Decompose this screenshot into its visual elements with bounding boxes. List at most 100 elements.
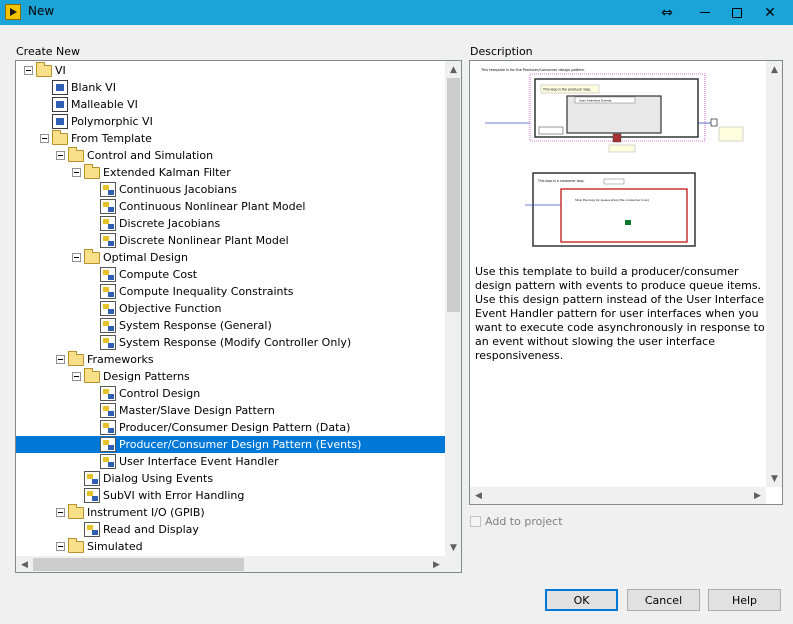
tree-item[interactable]: Frameworks — [16, 351, 445, 368]
template-preview-image: This template is for the Producer/Consum… — [480, 68, 744, 247]
template-icon — [100, 182, 116, 197]
title-bar: New ⇔ ✕ — [0, 0, 793, 25]
tree-item[interactable]: VI — [16, 62, 445, 79]
tree-item-label: Read and Display — [103, 523, 199, 536]
collapse-toggle-icon[interactable] — [72, 168, 81, 177]
collapse-toggle-icon[interactable] — [56, 542, 65, 551]
preview-caption: This template is for the Producer/Consum… — [480, 68, 585, 72]
tree-item-label: Blank VI — [71, 81, 116, 94]
ok-button[interactable]: OK — [545, 589, 618, 611]
vi-icon — [52, 114, 68, 129]
tree-item[interactable]: Polymorphic VI — [16, 113, 445, 130]
tree-horizontal-scroll-thumb[interactable] — [33, 558, 244, 571]
tree-item[interactable]: Blank VI — [16, 79, 445, 96]
tree-item-label: Frameworks — [87, 353, 154, 366]
close-button[interactable]: ✕ — [747, 0, 793, 25]
template-icon — [84, 471, 100, 486]
desc-scroll-left-arrow-icon[interactable]: ◀ — [470, 487, 487, 504]
scroll-right-arrow-icon[interactable]: ▶ — [428, 556, 445, 572]
template-icon — [100, 318, 116, 333]
collapse-toggle-icon[interactable] — [72, 372, 81, 381]
desc-scroll-right-arrow-icon[interactable]: ▶ — [749, 487, 766, 504]
add-to-project-checkbox[interactable] — [470, 516, 481, 527]
collapse-toggle-icon[interactable] — [40, 134, 49, 143]
tree-item[interactable]: Malleable VI — [16, 96, 445, 113]
tree-item[interactable]: Objective Function — [16, 300, 445, 317]
template-icon — [100, 301, 116, 316]
tree-item-label: Objective Function — [119, 302, 222, 315]
tree-item[interactable]: Compute Inequality Constraints — [16, 283, 445, 300]
labview-app-icon — [5, 4, 21, 20]
tree-item[interactable]: Master/Slave Design Pattern — [16, 402, 445, 419]
description-panel: This template is for the Producer/Consum… — [469, 60, 783, 505]
folder-open-icon — [84, 164, 100, 179]
scroll-up-arrow-icon[interactable]: ▲ — [445, 61, 461, 78]
desc-scroll-up-arrow-icon[interactable]: ▲ — [766, 61, 782, 78]
tree-item[interactable]: Discrete Jacobians — [16, 215, 445, 232]
description-vertical-scrollbar[interactable]: ▲ ▼ — [766, 61, 782, 487]
description-text: Use this template to build a producer/co… — [475, 265, 765, 362]
tree-item[interactable]: Discrete Nonlinear Plant Model — [16, 232, 445, 249]
tree-item[interactable]: Optimal Design — [16, 249, 445, 266]
scroll-down-arrow-icon[interactable]: ▼ — [445, 539, 461, 556]
tree-item[interactable]: Instrument I/O (GPIB) — [16, 504, 445, 521]
tree-item[interactable]: Continuous Nonlinear Plant Model — [16, 198, 445, 215]
tree-item[interactable]: Design Patterns — [16, 368, 445, 385]
preview-side-note — [718, 126, 744, 142]
folder-open-icon — [68, 504, 84, 519]
tree-item[interactable]: System Response (General) — [16, 317, 445, 334]
collapse-toggle-icon[interactable] — [56, 508, 65, 517]
tree-item[interactable]: Control Design — [16, 385, 445, 402]
tree-item-label: System Response (General) — [119, 319, 272, 332]
tree-item-label: System Response (Modify Controller Only) — [119, 336, 352, 349]
preview-consumer-text: This loop is a consumer loop. — [537, 179, 585, 183]
preview-output-node — [710, 118, 718, 127]
tree-item[interactable]: Extended Kalman Filter — [16, 164, 445, 181]
tree-item[interactable]: Compute Cost — [16, 266, 445, 283]
help-button[interactable]: Help — [708, 589, 781, 611]
template-icon — [100, 284, 116, 299]
vi-icon — [52, 97, 68, 112]
tree-item[interactable]: Continuous Jacobians — [16, 181, 445, 198]
tree-item[interactable]: Producer/Consumer Design Pattern (Events… — [16, 436, 445, 453]
close-icon: ✕ — [764, 4, 776, 21]
collapse-toggle-icon[interactable] — [72, 253, 81, 262]
collapse-toggle-icon[interactable] — [56, 355, 65, 364]
tree-item-label: Producer/Consumer Design Pattern (Events… — [119, 438, 362, 451]
resize-arrows-icon[interactable]: ⇔ — [652, 0, 682, 25]
cancel-button[interactable]: Cancel — [627, 589, 700, 611]
add-to-project-label: Add to project — [485, 515, 563, 528]
scroll-left-arrow-icon[interactable]: ◀ — [16, 556, 33, 572]
desc-scroll-down-arrow-icon[interactable]: ▼ — [766, 470, 782, 487]
collapse-toggle-icon[interactable] — [24, 66, 33, 75]
template-icon — [100, 335, 116, 350]
tree-items: VI Blank VI Malleable VI Polymorphic VI From… — [16, 61, 445, 556]
tree-vertical-scrollbar[interactable]: ▲ ▼ — [445, 61, 461, 556]
template-icon — [84, 522, 100, 537]
tree-item[interactable]: Dialog Using Events — [16, 470, 445, 487]
description-horizontal-scrollbar[interactable]: ◀ ▶ — [470, 487, 766, 504]
tree-horizontal-scrollbar[interactable]: ◀ ▶ — [16, 556, 445, 572]
preview-event-text: User Interface Events — [579, 99, 612, 103]
preview-case-structure — [560, 188, 688, 243]
preview-producer-text: This loop is the producer loop. — [542, 88, 591, 92]
tree-item[interactable]: Read and Display — [16, 521, 445, 538]
tree-item-label: User Interface Event Handler — [119, 455, 279, 468]
tree-item[interactable]: Simulated — [16, 538, 445, 555]
tree-item[interactable]: Producer/Consumer Design Pattern (Data) — [16, 419, 445, 436]
tree-item-label: Master/Slave Design Pattern — [119, 404, 275, 417]
tree-item-label: Control Design — [119, 387, 201, 400]
tree-item[interactable]: User Interface Event Handler — [16, 453, 445, 470]
template-icon — [84, 488, 100, 503]
tree-item[interactable]: From Template — [16, 130, 445, 147]
tree-item-label: Malleable VI — [71, 98, 138, 111]
template-icon — [100, 199, 116, 214]
minimize-icon — [700, 12, 710, 13]
tree-vertical-scroll-thumb[interactable] — [447, 78, 460, 312]
create-new-tree[interactable]: VI Blank VI Malleable VI Polymorphic VI From… — [15, 60, 462, 573]
collapse-toggle-icon[interactable] — [56, 151, 65, 160]
folder-open-icon — [36, 62, 52, 77]
tree-item[interactable]: SubVI with Error Handling — [16, 487, 445, 504]
tree-item[interactable]: Control and Simulation — [16, 147, 445, 164]
tree-item[interactable]: System Response (Modify Controller Only) — [16, 334, 445, 351]
